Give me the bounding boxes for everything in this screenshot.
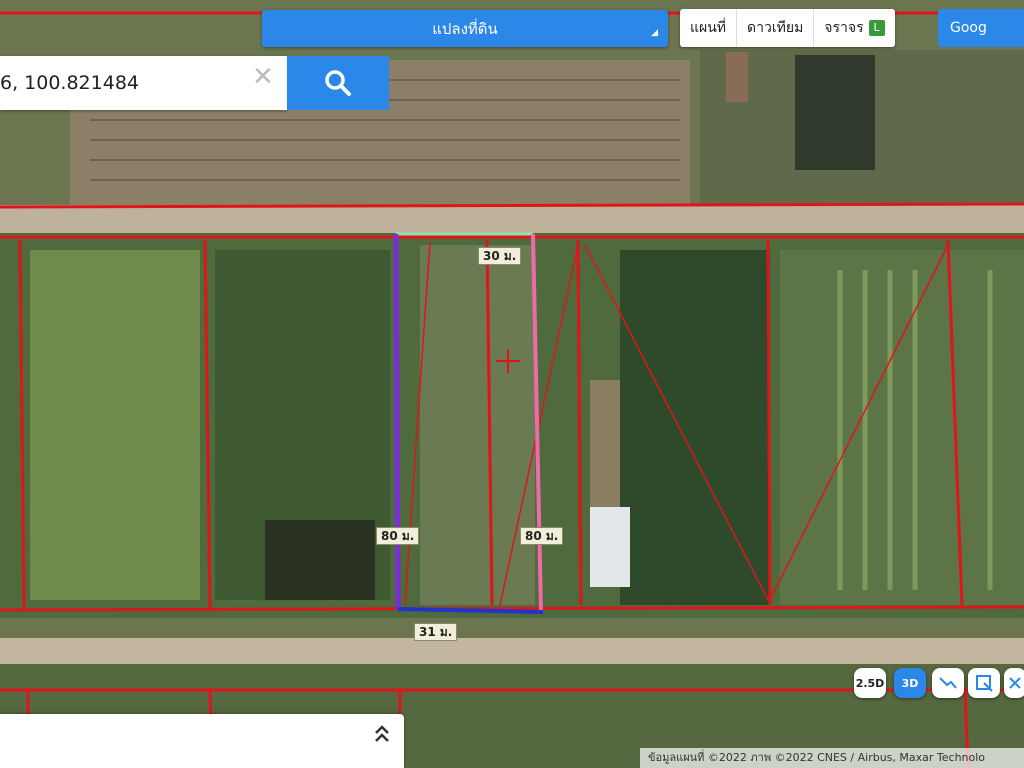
view-3d-button[interactable]: 3D <box>894 668 926 698</box>
map-type-switcher: แผนที่ ดาวเทียม จราจร L <box>680 9 895 47</box>
grass-patch <box>30 250 200 600</box>
map-attribution: ข้อมูลแผนที่ ©2022 ภาพ ©2022 CNES / Airb… <box>640 748 1024 768</box>
view-2-5d-label: 2.5D <box>855 676 885 690</box>
google-button[interactable]: Goog <box>938 9 1024 47</box>
measure-distance-button[interactable] <box>932 668 964 698</box>
close-icon <box>1009 677 1021 689</box>
lower-road <box>0 638 1024 664</box>
upper-road <box>0 205 1024 233</box>
layer-select-button[interactable]: แปลงที่ดิน ◢ <box>262 10 668 47</box>
google-label: Goog <box>950 20 987 36</box>
view-2-5d-button[interactable]: 2.5D <box>854 668 886 698</box>
satellite-map[interactable] <box>0 0 1024 768</box>
nursery-rows <box>780 250 1024 605</box>
measure-label-left: 80 ม. <box>376 527 420 545</box>
search-button[interactable] <box>287 56 389 110</box>
clear-measure-button[interactable] <box>1004 668 1024 698</box>
search-box <box>0 56 288 110</box>
building-top <box>726 52 748 102</box>
measure-area-icon <box>976 675 993 692</box>
tree-grove <box>620 250 770 605</box>
building-roof <box>590 507 630 587</box>
map-type-map-label: แผนที่ <box>690 20 727 36</box>
measure-label-bottom: 31 ม. <box>414 623 458 641</box>
info-panel <box>0 714 404 768</box>
measure-line-icon <box>939 677 957 689</box>
map-type-map-button[interactable]: แผนที่ <box>680 9 738 47</box>
map-type-traffic-label: จราจร <box>824 20 864 36</box>
map-type-satellite-label: ดาวเทียม <box>747 20 804 36</box>
measure-label-top: 30 ม. <box>478 247 522 265</box>
expand-chevron-icon[interactable] <box>374 724 390 749</box>
view-3d-label: 3D <box>901 676 919 690</box>
measure-label-right: 80 ม. <box>520 527 564 545</box>
measure-area-button[interactable] <box>968 668 1000 698</box>
search-input[interactable] <box>0 71 242 95</box>
selected-parcel-ground <box>420 245 535 605</box>
caret-icon: ◢ <box>651 28 658 38</box>
dark-pond <box>265 520 375 600</box>
dark-plot <box>795 55 875 170</box>
clear-search-icon[interactable]: ✕ <box>252 62 274 92</box>
map-type-traffic-button[interactable]: จราจร L <box>814 9 894 47</box>
layer-label: แปลงที่ดิน <box>432 19 498 38</box>
map-type-satellite-button[interactable]: ดาวเทียม <box>737 9 815 47</box>
selected-parcel-left <box>393 233 401 611</box>
search-icon <box>325 70 351 96</box>
traffic-icon: L <box>868 20 885 36</box>
